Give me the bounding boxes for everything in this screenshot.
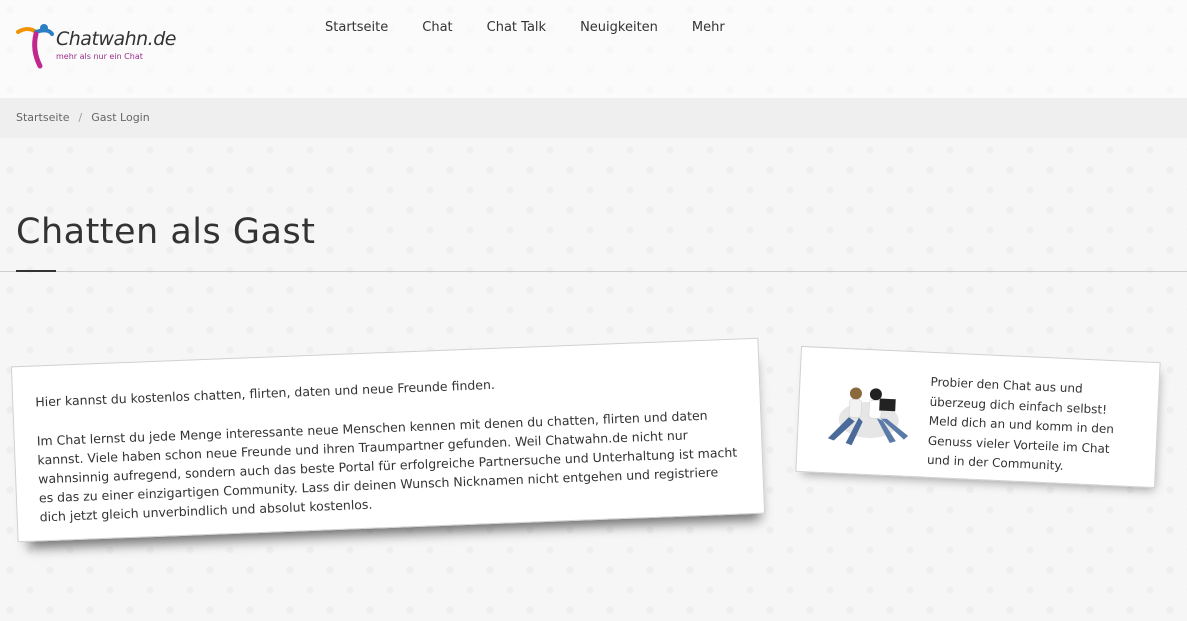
promo-card: Probier den Chat aus und überzeug dich e… (795, 345, 1161, 489)
site-logo[interactable]: Chatwahn.de mehr als nur ein Chat (14, 22, 184, 70)
logo-figure-icon (16, 24, 54, 69)
promo-image-people-with-laptop (827, 387, 909, 446)
promo-text: Probier den Chat aus und überzeug dich e… (926, 374, 1115, 473)
nav-item-startseite[interactable]: Startseite (308, 20, 405, 35)
breadcrumb-current: Gast Login (91, 111, 150, 124)
breadcrumb: Startseite / Gast Login (16, 111, 150, 124)
title-accent-bar (16, 270, 56, 272)
main-nav: Startseite Chat Chat Talk Neuigkeiten Me… (308, 20, 742, 35)
nav-item-mehr[interactable]: Mehr (675, 20, 742, 35)
logo-tagline: mehr als nur ein Chat (56, 52, 143, 61)
title-divider (0, 271, 1187, 272)
breadcrumb-home-link[interactable]: Startseite (16, 111, 70, 124)
nav-item-chat[interactable]: Chat (405, 20, 469, 35)
nav-item-chat-talk[interactable]: Chat Talk (470, 20, 563, 35)
breadcrumb-bar: Startseite / Gast Login (0, 98, 1187, 138)
page-title: Chatten als Gast (16, 212, 316, 252)
nav-item-neuigkeiten[interactable]: Neuigkeiten (563, 20, 675, 35)
intro-paragraph-2: Im Chat lernst du jede Menge interessant… (36, 407, 738, 525)
intro-card: Hier kannst du kostenlos chatten, flirte… (10, 337, 766, 543)
logo-wordmark: Chatwahn.de (56, 28, 176, 50)
intro-paragraph-1: Hier kannst du kostenlos chatten, flirte… (34, 376, 496, 410)
breadcrumb-separator: / (78, 111, 83, 124)
site-header: Chatwahn.de mehr als nur ein Chat Starts… (0, 0, 1187, 98)
